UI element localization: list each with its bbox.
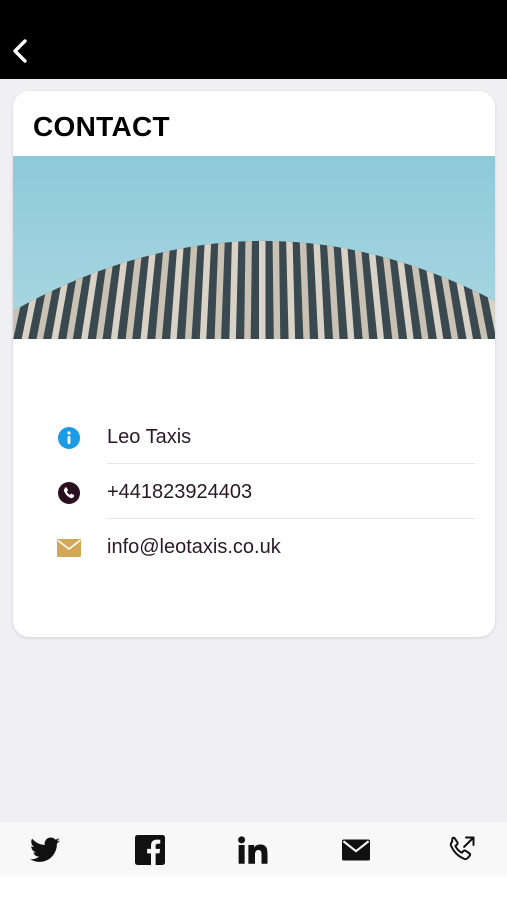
- facebook-icon: [135, 835, 165, 865]
- twitter-button[interactable]: [29, 834, 61, 866]
- phone-icon: [58, 482, 80, 504]
- call-button[interactable]: [445, 834, 477, 866]
- top-nav-bar: [0, 0, 507, 79]
- contact-row-phone[interactable]: +441823924403: [13, 464, 495, 519]
- email-address: info@leotaxis.co.uk: [107, 536, 281, 558]
- phone-number: +441823924403: [107, 481, 253, 503]
- contact-row-name[interactable]: Leo Taxis: [13, 409, 495, 464]
- bottom-safe-area: [0, 876, 507, 900]
- mail-icon: [57, 539, 81, 557]
- contact-row-email[interactable]: info@leotaxis.co.uk: [13, 519, 495, 574]
- building-facade-photo: [13, 156, 495, 339]
- bottom-action-bar: [0, 822, 507, 876]
- company-name: Leo Taxis: [107, 426, 192, 448]
- email-icon: [342, 839, 370, 861]
- call-icon: [449, 836, 475, 861]
- contact-card: CONTACT Leo Taxis +441823924403 info@leo…: [13, 91, 495, 637]
- email-button[interactable]: [340, 834, 372, 866]
- back-button[interactable]: [8, 34, 34, 68]
- chevron-left-icon: [13, 39, 27, 63]
- card-title: CONTACT: [33, 111, 170, 142]
- twitter-icon: [30, 837, 60, 862]
- info-icon: [58, 427, 80, 449]
- linkedin-icon: [238, 836, 268, 864]
- facebook-button[interactable]: [134, 834, 166, 866]
- linkedin-button[interactable]: [237, 834, 269, 866]
